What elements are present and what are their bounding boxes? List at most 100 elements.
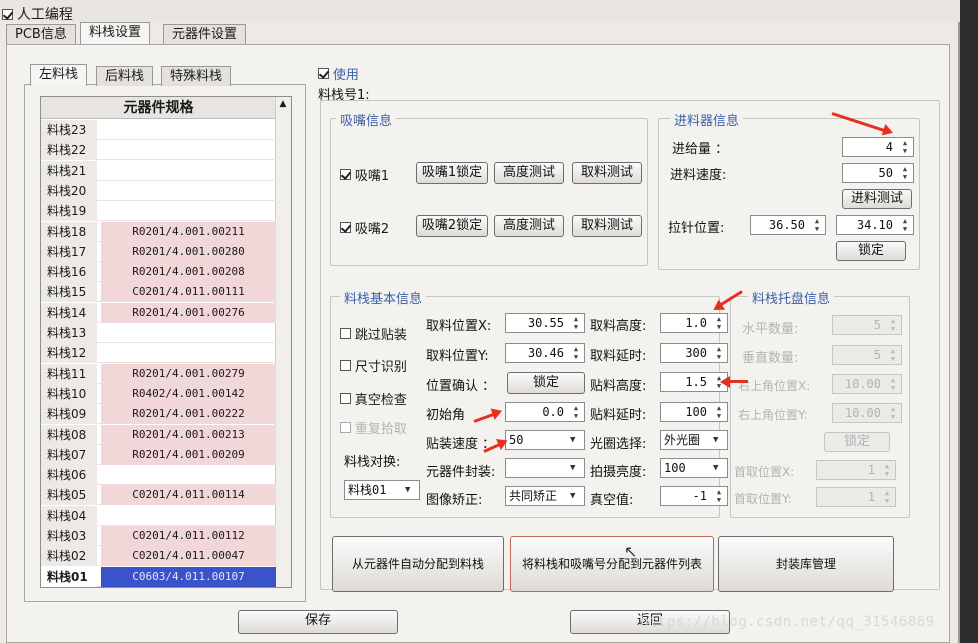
chevron-down-icon[interactable]: ▼: [570, 459, 582, 477]
tab-rear-feeder[interactable]: 后料栈: [96, 66, 154, 86]
mount-speed-value: 50: [509, 433, 524, 447]
position-lock-button[interactable]: 锁定: [507, 372, 585, 394]
spinner-icon[interactable]: ▲ ▼: [569, 345, 583, 361]
nozzle1-pick-test-button[interactable]: 取料测试: [572, 162, 642, 184]
component-spec: C0201/4.011.00114: [101, 485, 276, 506]
nozzle2-lock-button[interactable]: 吸嘴2锁定: [416, 215, 488, 237]
tab-pcb-info[interactable]: PCB信息: [6, 24, 76, 44]
package-select[interactable]: ▼: [505, 458, 585, 478]
nozzle1-lock-button[interactable]: 吸嘴1锁定: [416, 162, 488, 184]
spinner-icon[interactable]: ▲ ▼: [898, 139, 912, 155]
nozzle1-height-test-button[interactable]: 高度测试: [494, 162, 564, 184]
auto-assign-button[interactable]: 从元器件自动分配到料栈: [332, 536, 504, 592]
vacuum-check-checkbox[interactable]: 真空检查: [340, 389, 407, 408]
pin-y-field[interactable]: 34.10 ▲ ▼: [836, 215, 914, 235]
table-row[interactable]: 料栈12: [41, 343, 276, 364]
table-row[interactable]: 料栈03 C0201/4.011.00112: [41, 526, 276, 546]
size-detect-checkbox[interactable]: 尺寸识别: [340, 356, 407, 375]
assign-to-list-button[interactable]: 将料栈和吸嘴号分配到元器件列表: [510, 536, 714, 592]
feeder-name: 料栈09: [41, 404, 97, 425]
nozzle2-checkbox[interactable]: 吸嘴2: [340, 218, 389, 237]
feed-test-button[interactable]: 进料测试: [842, 189, 912, 209]
chevron-down-icon[interactable]: ▼: [713, 459, 725, 477]
column-header-spec[interactable]: 元器件规格: [41, 97, 276, 119]
watermark: https://blog.csdn.net/qq_31546869: [640, 614, 935, 630]
tab-special-feeder[interactable]: 特殊料栈: [161, 66, 232, 86]
vertical-scrollbar[interactable]: ▲: [275, 97, 291, 587]
mount-height-field[interactable]: 1.5 ▲ ▼: [660, 372, 728, 392]
tab-component-settings[interactable]: 元器件设置: [163, 24, 247, 44]
table-row[interactable]: 料栈11 R0201/4.001.00279: [41, 363, 276, 384]
nozzle2-pick-test-button[interactable]: 取料测试: [572, 215, 642, 237]
mount-delay-field[interactable]: 100 ▲ ▼: [660, 402, 728, 422]
table-row[interactable]: 料栈15 C0201/4.011.00111: [41, 282, 276, 303]
table-row[interactable]: 料栈02 C0201/4.011.00047: [41, 546, 276, 567]
nozzle1-checkbox[interactable]: 吸嘴1: [340, 165, 389, 184]
scroll-up-icon[interactable]: ▲: [278, 99, 288, 109]
table-row[interactable]: 料栈04: [41, 505, 276, 526]
table-row[interactable]: 料栈13: [41, 323, 276, 343]
image-correction-value: 共同矫正: [509, 489, 558, 503]
feeder-swap-select[interactable]: 料栈01 ▼: [344, 480, 420, 500]
pick-delay-field[interactable]: 300 ▲ ▼: [660, 343, 728, 363]
chevron-down-icon[interactable]: ▼: [570, 487, 582, 505]
feeder-name: 料栈15: [41, 282, 97, 303]
spinner-icon[interactable]: ▲ ▼: [898, 165, 912, 181]
checkbox-icon: [340, 360, 351, 371]
pin-x-field[interactable]: 36.50 ▲ ▼: [750, 215, 826, 235]
feed-speed-field[interactable]: 50 ▲ ▼: [842, 163, 914, 183]
tab-feeder-settings[interactable]: 料栈设置: [80, 22, 151, 44]
table-row[interactable]: 料栈01 C0603/4.011.00107: [41, 566, 276, 587]
spinner-icon[interactable]: ▲ ▼: [810, 217, 824, 233]
table-row[interactable]: 料栈07 R0201/4.001.00209: [41, 444, 276, 465]
pick-x-field[interactable]: 30.55 ▲ ▼: [505, 313, 585, 333]
chevron-down-icon[interactable]: ▼: [713, 431, 725, 449]
table-row[interactable]: 料栈05 C0201/4.011.00114: [41, 485, 276, 506]
pick-y-field[interactable]: 30.46 ▲ ▼: [505, 343, 585, 363]
chevron-down-icon[interactable]: ▼: [570, 431, 582, 449]
use-checkbox[interactable]: 使用: [318, 64, 359, 83]
table-row[interactable]: 料栈08 R0201/4.001.00213: [41, 424, 276, 445]
table-row[interactable]: 料栈20: [41, 180, 276, 201]
table-row[interactable]: 料栈23: [41, 120, 276, 140]
feeder-table[interactable]: 元器件规格 ▲ 料栈23 料栈22 料栈21 料栈20 料栈19 料栈18 R0201/4.…: [40, 96, 292, 588]
spinner-icon[interactable]: ▲ ▼: [712, 345, 726, 361]
table-row[interactable]: 料栈19: [41, 201, 276, 222]
mount-speed-select[interactable]: 50 ▼: [505, 430, 585, 450]
brightness-select[interactable]: 100 ▼: [660, 458, 728, 478]
skip-mount-checkbox[interactable]: 跳过贴装: [340, 324, 407, 343]
table-row[interactable]: 料栈14 R0201/4.001.00276: [41, 302, 276, 323]
mount-height-value: 1.5: [685, 375, 707, 389]
spinner-icon[interactable]: ▲ ▼: [569, 315, 583, 331]
table-row[interactable]: 料栈16 R0201/4.001.00208: [41, 262, 276, 283]
table-row[interactable]: 料栈17 R0201/4.001.00280: [41, 241, 276, 262]
spinner-icon[interactable]: ▲ ▼: [898, 217, 912, 233]
first-pick-y-value: 1: [867, 490, 875, 504]
feeder-swap-value: 料栈01: [348, 483, 387, 497]
spinner-icon[interactable]: ▲ ▼: [712, 404, 726, 420]
package-library-button[interactable]: 封装库管理: [718, 536, 894, 592]
table-row[interactable]: 料栈10 R0402/4.001.00142: [41, 383, 276, 404]
spinner-icon[interactable]: ▲ ▼: [712, 315, 726, 331]
manual-programming-checkbox[interactable]: 人工编程: [2, 4, 73, 24]
feed-amount-field[interactable]: 4 ▲ ▼: [842, 137, 914, 157]
chevron-down-icon[interactable]: ▼: [405, 481, 417, 499]
save-button[interactable]: 保存: [238, 610, 398, 634]
nozzle2-height-test-button[interactable]: 高度测试: [494, 215, 564, 237]
table-row[interactable]: 料栈21: [41, 160, 276, 181]
first-pick-x-value: 1: [867, 463, 875, 477]
feeder-lock-button[interactable]: 锁定: [836, 241, 906, 261]
initial-angle-field[interactable]: 0.0 ▲ ▼: [505, 402, 585, 422]
spinner-icon[interactable]: ▲ ▼: [569, 404, 583, 420]
aperture-select[interactable]: 外光圈 ▼: [660, 430, 728, 450]
table-row[interactable]: 料栈09 R0201/4.001.00222: [41, 404, 276, 425]
table-row[interactable]: 料栈18 R0201/4.001.00211: [41, 221, 276, 242]
table-row[interactable]: 料栈22: [41, 140, 276, 161]
image-correction-select[interactable]: 共同矫正 ▼: [505, 486, 585, 506]
feeder-name: 料栈07: [41, 444, 97, 465]
tab-left-feeder[interactable]: 左料栈: [30, 64, 88, 86]
spinner-icon[interactable]: ▲ ▼: [712, 488, 726, 504]
vacuum-field[interactable]: -1 ▲ ▼: [660, 486, 728, 506]
table-row[interactable]: 料栈06: [41, 465, 276, 486]
pick-height-field[interactable]: 1.0 ▲ ▼: [660, 313, 728, 333]
